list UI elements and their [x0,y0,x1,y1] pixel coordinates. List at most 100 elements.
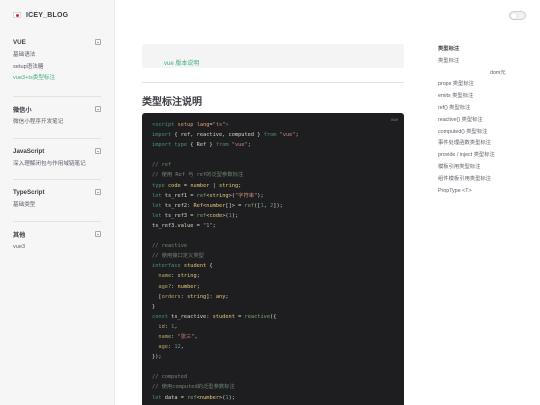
code-token: , [174,323,178,330]
collapse-icon[interactable] [95,106,101,112]
code-token: = [234,313,245,320]
collapse-icon[interactable] [95,148,101,154]
code-line: [orders: string]: any; [152,292,394,302]
sidebar: ICEY_BLOG VUE 基础语法 setup语法糖 vue3+ts类型标注 … [0,0,115,405]
brand[interactable]: ICEY_BLOG [0,0,114,30]
outline-item[interactable]: reactive() 类型标注 [438,115,534,127]
code-token: ({ [270,313,277,320]
code-token: student [183,263,207,270]
code-token: "ts" [212,122,226,128]
sidebar-group-header[interactable]: 其他 [13,228,101,240]
code-line: let ts_ref3 = ref<code>(1); [152,211,394,221]
theme-toggle-icon [511,13,517,19]
outline-item[interactable]: 类型标注 [438,44,534,56]
sidebar-group-header[interactable]: TypeScript [13,186,101,198]
code-token: string [219,182,239,189]
code-token: ; [238,182,242,189]
site-title: ICEY_BLOG [26,11,69,19]
sidebar-group-header[interactable]: VUE [13,36,101,48]
code-token: number [177,283,197,290]
code-token: // ref [152,162,172,169]
code-token: orders [161,293,181,300]
code-language-label: vue [390,117,398,122]
outline-item[interactable]: 类型标注 [438,56,534,68]
code-line: let ts_ref2: Ref<number[]> = ref([1, 2])… [152,201,394,211]
code-line: // 使用 Ref 与 ref的泛型参数标注 [152,170,394,180]
code-token: { Ref } [187,142,216,149]
outline-item[interactable]: 模板引用类型标注 [438,162,534,174]
outline-item[interactable]: 事件处理函数类型标注 [438,138,534,150]
outline-item[interactable]: 组件模板引用类型标注 [438,174,534,186]
code-token: type [152,182,165,189]
code-token: ; [295,132,299,139]
sidebar-group-header[interactable]: 微信小 [13,103,101,115]
collapse-icon[interactable] [95,189,101,195]
code-token: } [152,303,156,310]
sidebar-item[interactable]: setup语法糖 [13,62,101,74]
sidebar-item[interactable]: vue3 [13,242,101,254]
code-line: let ts_ref1 = ref<string>("字符串"); [152,191,394,201]
code-line: const ts_reactive: student = reactive({ [152,312,394,322]
sidebar-item-active[interactable]: vue3+ts类型标注 [13,73,101,85]
outline-item[interactable]: ref() 类型标注 [438,103,534,115]
code-line: type code = number | string; [152,181,394,191]
code-line: // reactive [152,241,394,251]
code-token: lang [196,122,210,128]
outline-item[interactable]: computed() 类型标注 [438,127,534,139]
sidebar-group-javascript: JavaScript 深入理解闭包与作用域链笔记 [13,138,101,171]
sidebar-item[interactable]: 基础语法 [13,50,101,62]
code-token: code [209,212,223,219]
code-token: type [174,142,188,149]
code-token: }); [152,354,162,361]
collapse-icon[interactable] [95,231,101,237]
code-line: name: "张三", [152,332,394,342]
sidebar-item[interactable]: 深入理解闭包与作用域链笔记 [13,159,101,171]
code-token: ); [257,192,264,199]
sidebar-item[interactable]: 基础类型 [13,200,101,212]
code-token: ts_reactive: [167,313,213,320]
code-line: let data = ref<number>(1); [152,393,394,403]
code-token: "vue" [279,132,296,139]
code-token: let [152,192,162,199]
code-token: import [152,132,172,139]
sidebar-item[interactable]: 微信小程序开发笔记 [13,117,101,129]
outline-item[interactable]: PropType <T> [438,186,534,198]
sidebar-group-wechat: 微信小 微信小程序开发笔记 [13,96,101,129]
sidebar-group-header[interactable]: JavaScript [13,145,101,157]
outline-item[interactable]: dom元 [438,68,534,80]
code-token: // 使用computed的泛型参数标注 [152,384,235,391]
korea-flag-icon [13,12,21,18]
sidebar-group-title: JavaScript [13,147,45,155]
code-token: string [187,293,207,300]
code-token: let [152,394,162,401]
code-token: "字符串" [234,192,258,199]
outline-item[interactable]: emits 类型标注 [438,91,534,103]
code-token: "张三" [177,333,195,340]
code-token: // reactive [152,243,188,250]
code-line: // ref [152,160,394,170]
sidebar-group-other: 其他 vue3 [13,221,101,254]
code-token: ref [187,394,197,401]
code-token: "vue" [231,142,248,149]
code-token: ref [244,202,255,209]
collapse-icon[interactable] [95,39,101,45]
code-line: name: string; [152,271,394,281]
code-token: number [190,182,210,189]
code-line: }); [152,352,394,362]
outline-item[interactable]: props 类型标注 [438,79,534,91]
code-token: ; [196,273,200,280]
code-token: = [180,182,191,189]
code-line: ts_ref3.value = "1"; [152,221,394,231]
code-token: [ [152,293,162,300]
code-block[interactable]: vue <script setup lang="ts"> import { ref… [142,113,404,405]
outline-item[interactable]: provide / inject 类型标注 [438,150,534,162]
appearance-toggle[interactable] [509,11,526,20]
code-line: // 使用computed的泛型参数标注 [152,382,394,392]
code-token: ); [228,394,235,401]
code-token: number [199,394,220,401]
code-token: "1" [203,222,213,229]
code-token: ; [225,293,229,300]
code-line: age: 12, [152,342,394,352]
